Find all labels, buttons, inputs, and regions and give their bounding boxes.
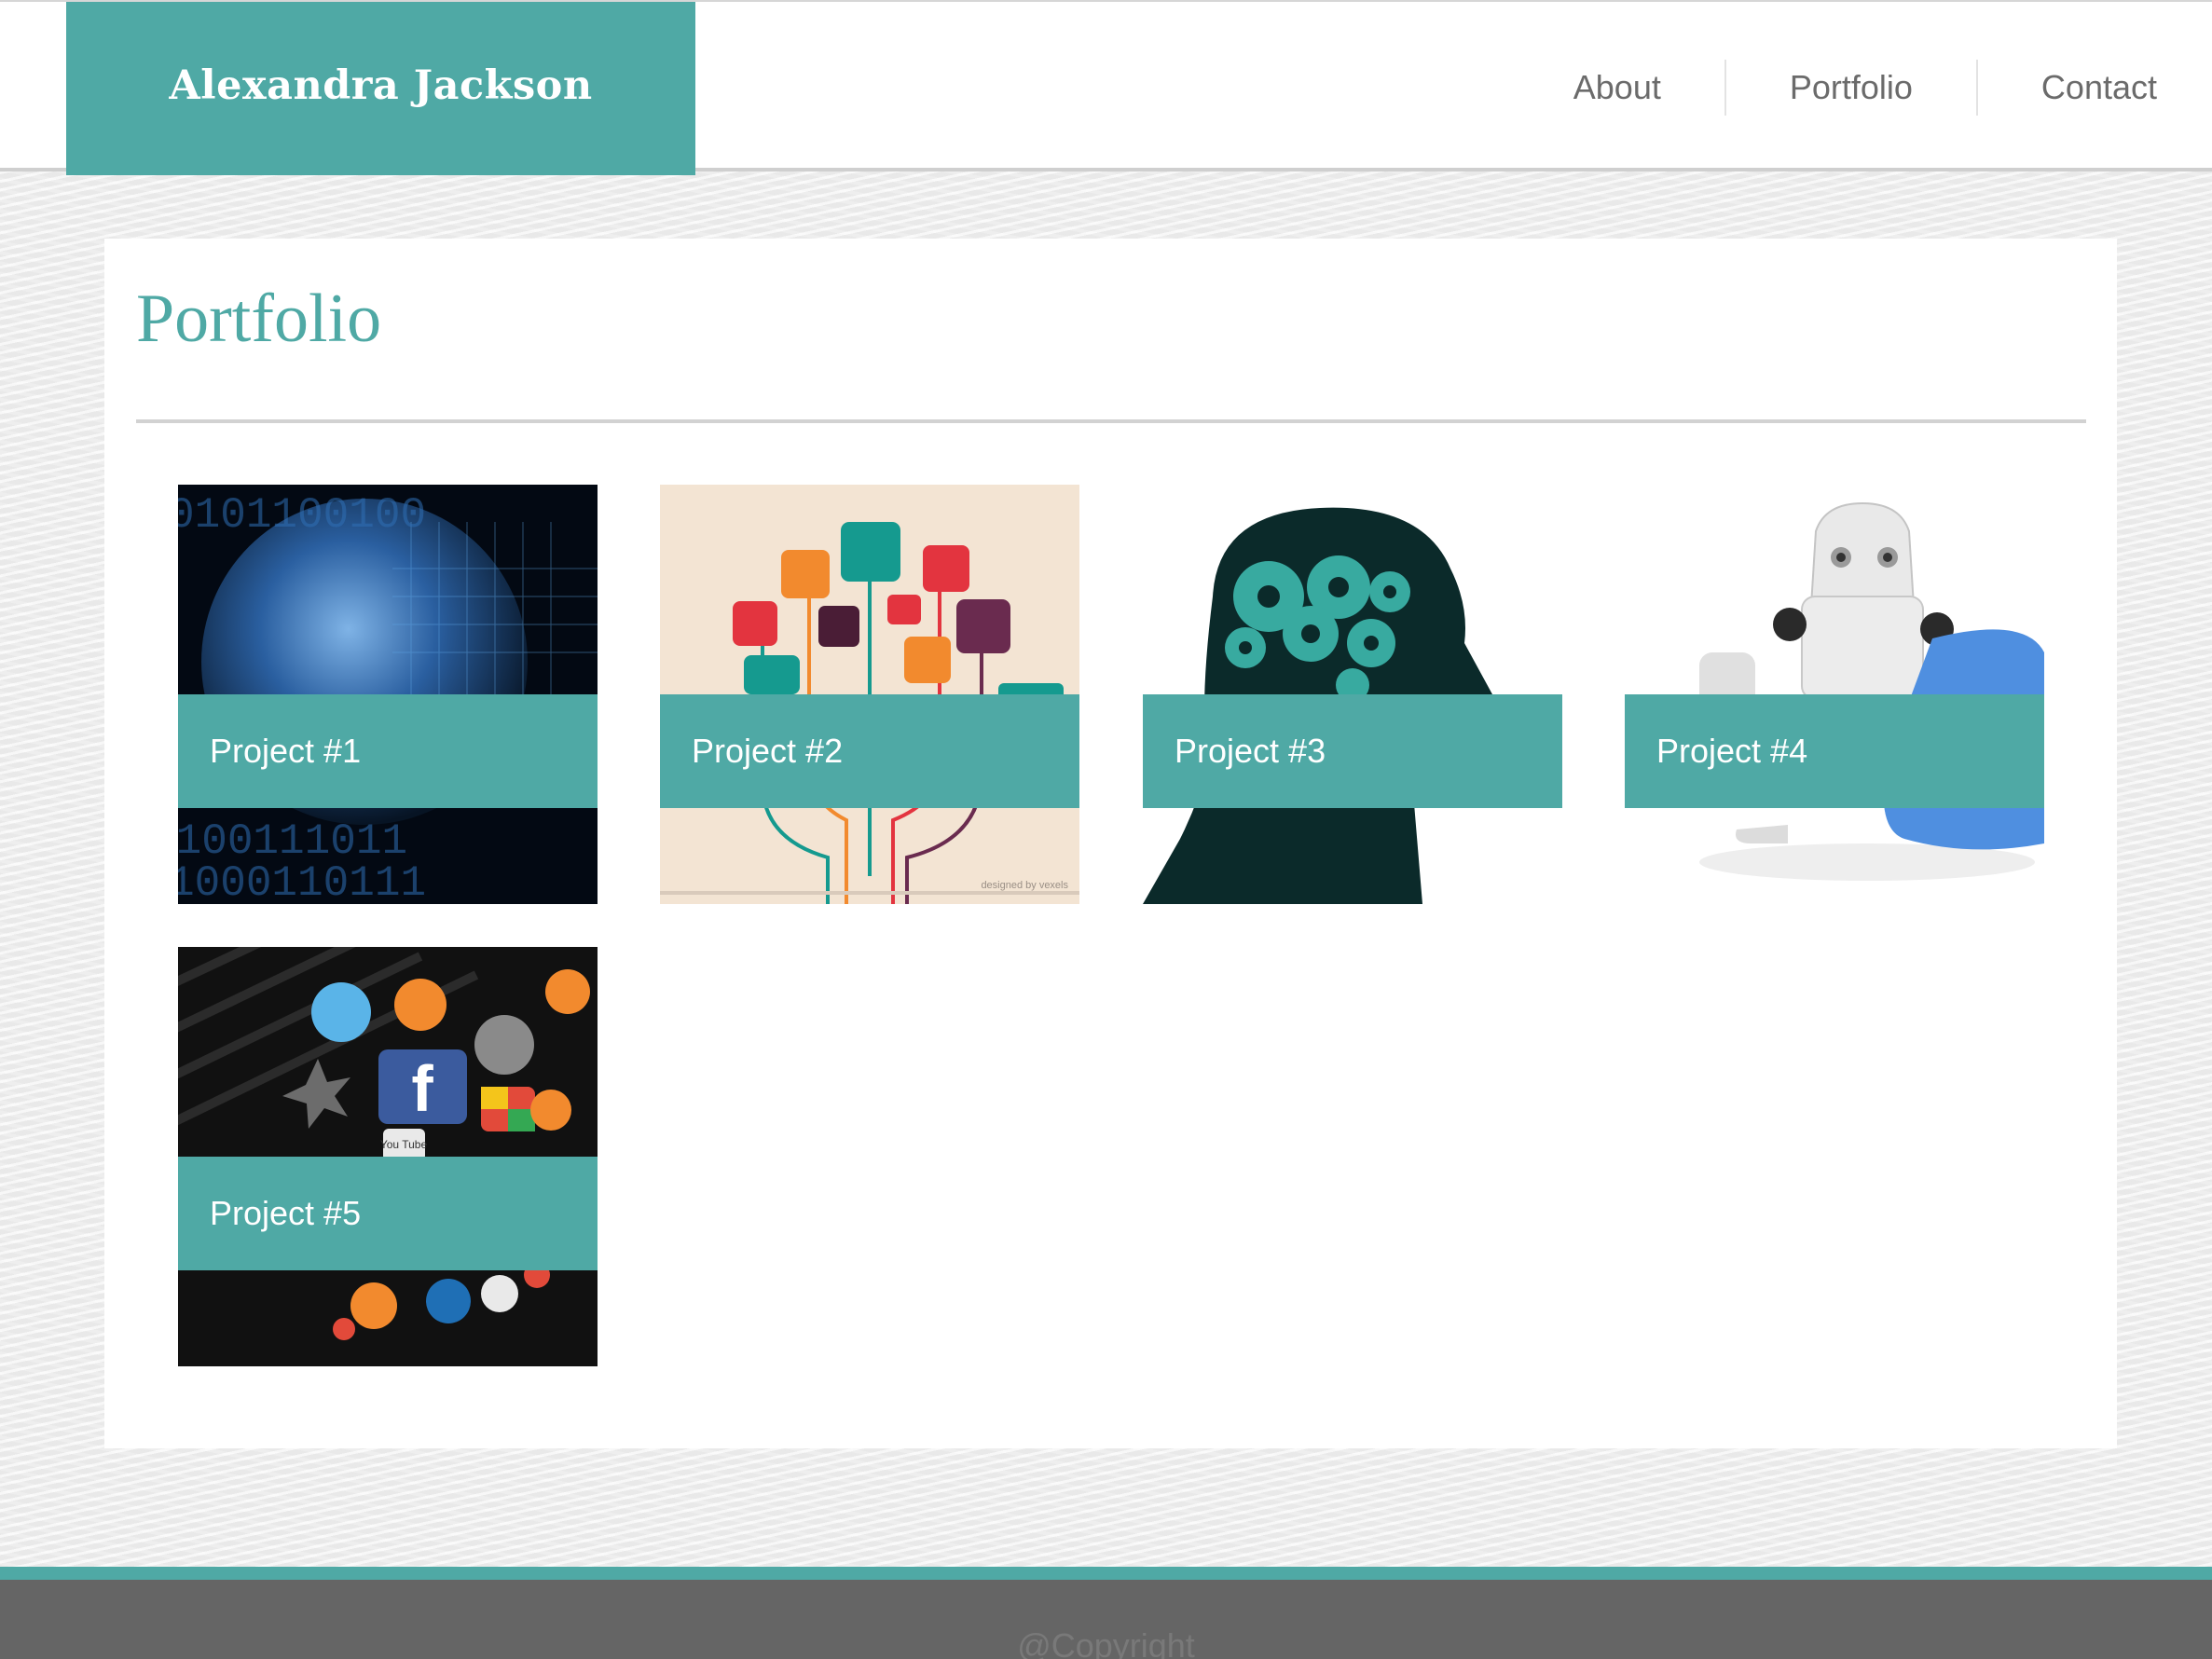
- project-title-3: Project #3: [1175, 732, 1326, 770]
- title-divider: [136, 419, 2086, 423]
- youtube-glyph: You Tube: [380, 1138, 428, 1151]
- project-card-1[interactable]: 0101100100 0100111011 1000110111 Project…: [178, 485, 598, 904]
- svg-text:0101100100: 0101100100: [178, 491, 426, 540]
- project-title-1: Project #1: [210, 732, 362, 770]
- project-card-3[interactable]: Project #3: [1143, 485, 1562, 904]
- nav-portfolio[interactable]: Portfolio: [1724, 60, 1976, 116]
- project-label-2: Project #2: [660, 694, 1079, 808]
- project-card-2[interactable]: designed by vexels Project #2: [660, 485, 1079, 904]
- page-title: Portfolio: [136, 281, 382, 357]
- footer-accent-bar: [0, 1567, 2212, 1580]
- project-title-5: Project #5: [210, 1194, 362, 1232]
- portfolio-panel: Portfolio 0101100100 010: [104, 239, 2117, 1448]
- project-label-1: Project #1: [178, 694, 598, 808]
- image-credit: designed by vexels: [981, 880, 1068, 891]
- facebook-glyph: f: [411, 1052, 433, 1125]
- svg-text:1000110111: 1000110111: [178, 859, 426, 904]
- project-title-4: Project #4: [1656, 732, 1808, 770]
- main-nav: About Portfolio Contact: [1510, 60, 2212, 116]
- project-title-2: Project #2: [692, 732, 844, 770]
- site-header: Alexandra Jackson About Portfolio Contac…: [0, 0, 2212, 175]
- brand-logo[interactable]: Alexandra Jackson: [66, 2, 695, 175]
- site-footer: @Copyright: [0, 1580, 2212, 1659]
- brand-name: Alexandra Jackson: [169, 62, 593, 109]
- project-label-5: Project #5: [178, 1157, 598, 1270]
- project-label-3: Project #3: [1143, 694, 1562, 808]
- project-label-4: Project #4: [1625, 694, 2044, 808]
- project-card-5[interactable]: f You Tube Project #5: [178, 947, 598, 1366]
- project-card-4[interactable]: Project #4: [1625, 485, 2044, 904]
- nav-contact[interactable]: Contact: [1975, 60, 2212, 116]
- nav-about[interactable]: About: [1510, 60, 1724, 116]
- copyright-text: @Copyright: [1017, 1626, 1195, 1659]
